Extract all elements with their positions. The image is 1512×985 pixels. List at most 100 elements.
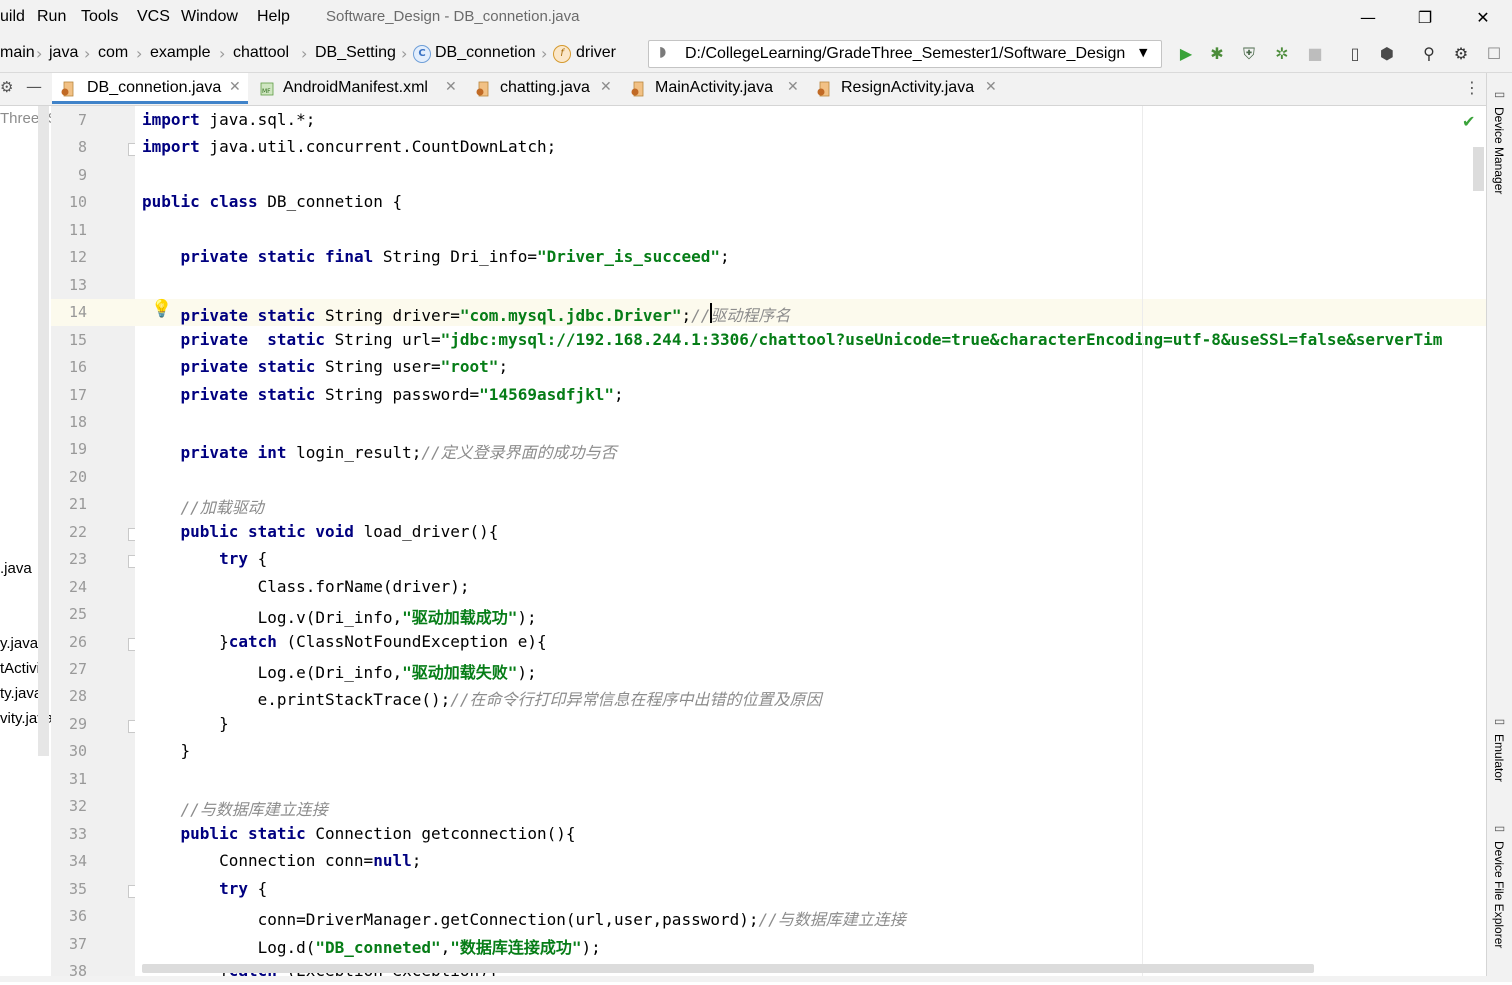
tab-db-connetion[interactable]: DB_connetion.java ✕ [52, 73, 248, 104]
tab-main-activity[interactable]: MainActivity.java ✕ [622, 73, 808, 103]
more-options-icon[interactable]: ⋮ [1464, 78, 1480, 97]
attach-debugger-icon[interactable]: ✲ [1272, 44, 1292, 64]
code-line[interactable]: Log.v(Dri_info,"驱动加载成功"); [135, 601, 1486, 628]
menu-window[interactable]: Window [181, 8, 238, 26]
breadcrumb-example[interactable]: example [150, 44, 210, 62]
gutter-line[interactable]: 27 [51, 656, 135, 683]
gutter-line[interactable]: 36 [51, 903, 135, 930]
gutter-line[interactable]: 25 [51, 601, 135, 628]
gutter-line[interactable]: 17 [51, 382, 135, 409]
stop-icon[interactable]: ■ [1305, 44, 1325, 64]
code-line[interactable]: //加载驱动 [135, 491, 1486, 518]
menu-build[interactable]: uild [0, 8, 25, 26]
gutter-line[interactable]: 34 [51, 848, 135, 875]
gutter-line[interactable]: 30 [51, 738, 135, 765]
code-line[interactable]: Log.d("DB_conneted","数据库连接成功"); [135, 931, 1486, 958]
code-line[interactable] [135, 217, 1486, 244]
gutter-line[interactable]: 7 [51, 107, 135, 134]
code-line[interactable]: try { [135, 876, 1486, 903]
breadcrumb-db-setting[interactable]: DB_Setting [315, 44, 396, 62]
gutter-line[interactable]: 11 [51, 217, 135, 244]
code-line[interactable]: public static Connection getconnection()… [135, 821, 1486, 848]
code-line[interactable]: e.printStackTrace();//在命令行打印异常信息在程序中出错的位… [135, 683, 1486, 710]
lightbulb-icon[interactable]: 💡 [151, 299, 172, 319]
code-line[interactable]: Connection conn=null; [135, 848, 1486, 875]
code-line[interactable]: Log.e(Dri_info,"驱动加载失败"); [135, 656, 1486, 683]
gutter-line[interactable]: 13 [51, 272, 135, 299]
emulator-tool[interactable]: Emulator [1492, 734, 1506, 782]
code-line[interactable]: //与数据库建立连接 [135, 793, 1486, 820]
breadcrumb-driver[interactable]: driver [576, 44, 616, 62]
gutter-line[interactable]: 28 [51, 683, 135, 710]
code-line[interactable] [135, 464, 1486, 491]
code-line[interactable]: } [135, 738, 1486, 765]
gutter-line[interactable]: 9 [51, 162, 135, 189]
menu-vcs[interactable]: VCS [137, 8, 170, 26]
sdk-manager-icon[interactable]: ⬢ [1377, 44, 1397, 64]
breadcrumb-chattool[interactable]: chattool [233, 44, 289, 62]
menu-run[interactable]: Run [37, 8, 66, 26]
horizontal-scrollbar[interactable] [142, 964, 1314, 973]
account-icon[interactable]: ☐ [1484, 44, 1504, 64]
close-icon[interactable]: ✕ [985, 79, 997, 95]
code-line[interactable]: private static final String Dri_info="Dr… [135, 244, 1486, 271]
gutter-line[interactable]: 33 [51, 821, 135, 848]
tab-resign-activity[interactable]: ResignActivity.java ✕ [808, 73, 1008, 103]
minimize-button[interactable]: — [1354, 6, 1382, 30]
coverage-icon[interactable]: ⛨ [1239, 44, 1259, 64]
gutter-line[interactable]: 14 [51, 299, 135, 327]
gutter-line[interactable]: 19 [51, 436, 135, 463]
device-manager-tool[interactable]: Device Manager [1492, 107, 1506, 194]
breadcrumb-com[interactable]: com [98, 44, 128, 62]
code-line[interactable]: conn=DriverManager.getConnection(url,use… [135, 903, 1486, 930]
run-configuration-select[interactable]: ◗ D:/CollegeLearning/GradeThree_Semester… [648, 40, 1162, 68]
gutter-line[interactable]: 26 [51, 629, 139, 656]
tab-chatting[interactable]: chatting.java ✕ [467, 73, 621, 103]
code-line[interactable] [135, 272, 1486, 299]
device-file-explorer-tool[interactable]: Device File Explorer [1492, 841, 1506, 948]
breadcrumb-db-connetion[interactable]: DB_connetion [435, 44, 536, 62]
gutter-line[interactable]: 24 [51, 574, 135, 601]
tab-android-manifest[interactable]: MF AndroidManifest.xml ✕ [252, 73, 462, 103]
project-tree-item[interactable]: .java [0, 560, 32, 577]
gutter-line[interactable]: 22 [51, 519, 139, 546]
code-line[interactable] [135, 409, 1486, 436]
code-line[interactable] [135, 162, 1486, 189]
breadcrumb-java[interactable]: java [49, 44, 78, 62]
gutter-line[interactable]: 29 [51, 711, 139, 738]
code-line[interactable]: import java.sql.*; [135, 107, 1486, 134]
gutter-line[interactable]: 32 [51, 793, 135, 820]
gutter-line[interactable]: 21 [51, 491, 135, 518]
close-icon[interactable]: ✕ [445, 79, 457, 95]
code-line[interactable]: public static void load_driver(){ [135, 519, 1486, 546]
gear-icon[interactable]: ⚙ [0, 78, 13, 96]
maximize-button[interactable]: ❐ [1411, 6, 1439, 30]
code-line[interactable]: } [135, 711, 1486, 738]
gutter-line[interactable]: 15 [51, 327, 135, 354]
close-button[interactable]: ✕ [1469, 6, 1497, 30]
gutter-line[interactable]: 31 [51, 766, 135, 793]
device-manager-icon[interactable]: ▯ [1345, 44, 1365, 64]
close-icon[interactable]: ✕ [787, 79, 799, 95]
search-icon[interactable]: ⚲ [1419, 44, 1439, 64]
vertical-scrollbar[interactable] [1473, 147, 1484, 191]
gutter-line[interactable]: 20 [51, 464, 135, 491]
project-panel-scrollbar[interactable] [38, 106, 49, 756]
code-line[interactable] [135, 766, 1486, 793]
project-tree-item[interactable]: ty.java [0, 685, 42, 702]
gutter-line[interactable]: 23 [51, 546, 139, 573]
gutter-line[interactable]: 35 [51, 876, 139, 903]
gutter-line[interactable]: 12 [51, 244, 135, 271]
code-line[interactable]: private static String user="root"; [135, 354, 1486, 381]
gutter-line[interactable]: 37 [51, 931, 135, 958]
project-tree-item[interactable]: y.java [0, 635, 38, 652]
close-icon[interactable]: ✕ [600, 79, 612, 95]
close-icon[interactable]: ✕ [229, 79, 241, 95]
code-line[interactable]: import java.util.concurrent.CountDownLat… [135, 134, 1486, 161]
code-line[interactable]: }catch (ClassNotFoundException e){ [135, 629, 1486, 656]
code-line[interactable]: private int login_result;//定义登录界面的成功与否 [135, 436, 1486, 463]
gear-icon[interactable]: ⚙ [1451, 44, 1471, 64]
inspection-ok-icon[interactable]: ✔ [1462, 112, 1475, 131]
menu-tools[interactable]: Tools [81, 8, 118, 26]
collapse-icon[interactable]: — [26, 77, 42, 96]
